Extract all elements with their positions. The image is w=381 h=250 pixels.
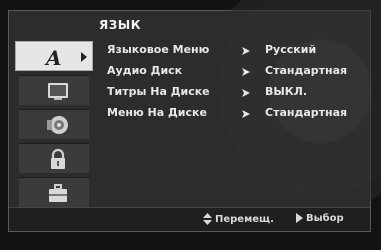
setting-value: Стандартная — [265, 64, 348, 77]
setting-label: Аудио Диск — [107, 64, 183, 77]
sidebar-item-language[interactable]: A — [15, 41, 93, 71]
setting-label: Титры На Диске — [107, 85, 210, 98]
footer-bar: Перемещ. Выбор — [9, 207, 370, 231]
list-item[interactable]: Меню На Диске Стандартная — [107, 106, 367, 127]
svg-text:A: A — [44, 46, 62, 68]
select-hint: Выбор — [296, 213, 344, 224]
sidebar-item-lock[interactable] — [19, 143, 89, 173]
settings-list: Языковое Меню Русский Аудио Диск Стандар… — [107, 43, 367, 127]
setting-label: Меню На Диске — [107, 106, 207, 119]
arrow-right-icon — [242, 47, 250, 55]
sidebar-item-display[interactable] — [19, 75, 89, 105]
arrow-right-icon — [242, 110, 250, 118]
setting-value: ВЫКЛ. — [265, 85, 308, 98]
setting-label: Языковое Меню — [107, 43, 210, 56]
sidebar-item-audio[interactable] — [19, 109, 89, 139]
sidebar: A — [15, 39, 93, 207]
others-toolbox-icon — [49, 184, 67, 202]
setting-value: Стандартная — [265, 106, 348, 119]
up-down-arrows-icon — [203, 213, 212, 225]
arrow-right-icon — [242, 89, 250, 97]
arrow-right-icon — [242, 68, 250, 76]
chevron-right-icon — [81, 52, 87, 62]
list-item[interactable]: Аудио Диск Стандартная — [107, 64, 367, 85]
select-label: Выбор — [306, 213, 344, 224]
list-item[interactable]: Языковое Меню Русский — [107, 43, 367, 64]
sidebar-item-others[interactable] — [19, 177, 89, 207]
list-item[interactable]: Титры На Диске ВЫКЛ. — [107, 85, 367, 106]
menu-title: ЯЗЫК — [99, 18, 142, 32]
osd-screen: ЯЗЫК A Языковое Меню Русский Аудио Диск … — [0, 0, 381, 250]
move-hint: Перемещ. — [203, 213, 274, 225]
move-label: Перемещ. — [215, 214, 274, 225]
setup-menu-panel: ЯЗЫК A Языковое Меню Русский Аудио Диск … — [8, 0, 381, 232]
display-icon — [48, 83, 68, 100]
setting-value: Русский — [265, 43, 317, 56]
audio-speaker-icon — [47, 116, 68, 134]
language-icon: A — [44, 46, 62, 68]
lock-icon — [51, 148, 65, 169]
play-arrow-icon — [296, 213, 303, 223]
